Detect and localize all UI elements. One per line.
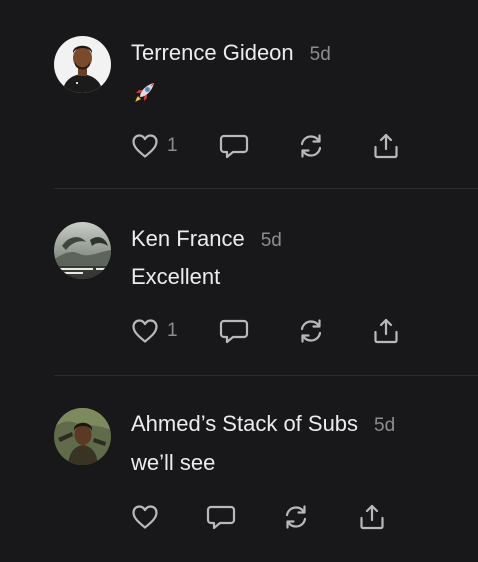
comment-bubble-icon	[219, 319, 249, 344]
comment-timestamp[interactable]: 5d	[310, 44, 331, 66]
comment-body	[131, 80, 157, 106]
comment-header: Ken France 5d	[131, 226, 282, 252]
restack-icon	[300, 319, 322, 343]
author-name[interactable]: Terrence Gideon	[131, 40, 294, 66]
rocket-emoji	[135, 83, 154, 102]
share-icon	[374, 133, 398, 159]
comment-actions	[0, 502, 478, 532]
divider	[54, 188, 478, 189]
reply-button[interactable]	[206, 502, 236, 532]
share-button[interactable]	[372, 316, 400, 346]
avatar-ahmeds-stack-of-subs[interactable]	[54, 408, 111, 465]
comment-timestamp[interactable]: 5d	[261, 230, 282, 252]
like-button[interactable]	[131, 502, 167, 532]
comment-header: Ahmed’s Stack of Subs 5d	[131, 411, 395, 437]
like-count: 1	[167, 320, 178, 341]
comment-body: we’ll see	[131, 450, 216, 475]
avatar-ken-france[interactable]	[54, 222, 111, 279]
like-count: 1	[167, 135, 178, 156]
share-icon	[374, 318, 398, 344]
comment-actions: 1	[0, 131, 478, 161]
restack-button[interactable]	[297, 316, 325, 346]
comment-header: Terrence Gideon 5d	[131, 40, 331, 66]
restack-icon	[285, 505, 307, 529]
restack-icon	[300, 134, 322, 158]
author-name[interactable]: Ahmed’s Stack of Subs	[131, 411, 358, 437]
like-button[interactable]: 1	[131, 131, 178, 161]
comment-bubble-icon	[219, 134, 249, 159]
comment-body: Excellent	[131, 264, 221, 289]
comment-timestamp[interactable]: 5d	[374, 415, 395, 437]
comment-feed: Terrence Gideon 5d 1 Ken France 5d Excel…	[0, 0, 478, 562]
like-button[interactable]: 1	[131, 316, 178, 346]
heart-icon	[132, 134, 158, 158]
comment-actions: 1	[0, 316, 478, 346]
restack-button[interactable]	[297, 131, 325, 161]
heart-icon	[132, 505, 158, 529]
reply-button[interactable]	[219, 131, 249, 161]
reply-button[interactable]	[219, 316, 249, 346]
share-icon	[360, 504, 384, 530]
divider	[54, 375, 478, 376]
share-button[interactable]	[358, 502, 386, 532]
author-name[interactable]: Ken France	[131, 226, 245, 252]
comment-bubble-icon	[206, 505, 236, 530]
share-button[interactable]	[372, 131, 400, 161]
avatar-terrence-gideon[interactable]	[54, 36, 111, 93]
restack-button[interactable]	[282, 502, 310, 532]
heart-icon	[132, 319, 158, 343]
